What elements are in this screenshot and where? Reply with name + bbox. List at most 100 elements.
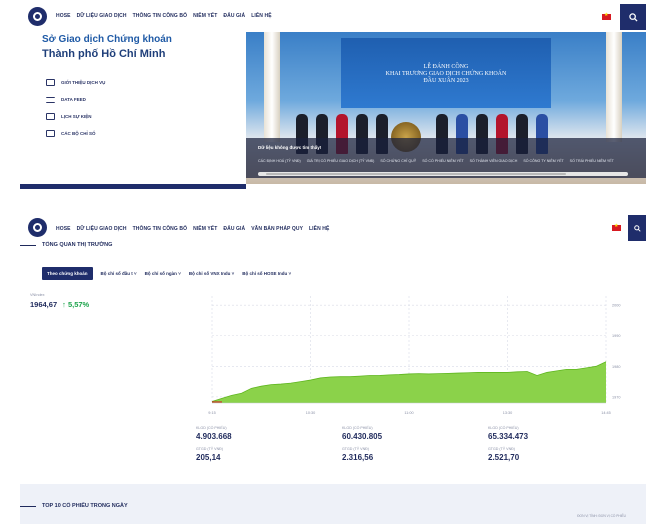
section-divider	[20, 244, 36, 246]
y-tick-label: 1990	[612, 334, 620, 338]
index-name: VNIndex	[30, 293, 45, 297]
index-value: 1964,67	[30, 300, 58, 309]
top-nav-menu-2: HOSE DỮ LIỆU GIAO DỊCH THÔNG TIN CÔNG BỐ…	[56, 226, 329, 232]
stat-item: KLGD (CỔ PHIẾU) 4.903.668	[196, 426, 232, 441]
banner-line-3: ĐẦU XUÂN 2023	[423, 78, 469, 84]
photo-banner-text: LỄ ĐÁNH CỒNG KHAI TRƯƠNG GIAO DỊCH CHỨNG…	[341, 64, 551, 85]
caption-item[interactable]: SỐ CỔ PHIẾU NIÊM YẾT	[422, 159, 463, 163]
nav-item-auction[interactable]: ĐẤU GIÁ	[223, 226, 245, 232]
menu-item-indices[interactable]: CÁC BỘ CHỈ SỐ	[46, 125, 105, 142]
homepage-hero-screenshot: HOSE DỮ LIỆU GIAO DỊCH THÔNG TIN CÔNG BỐ…	[20, 0, 646, 190]
top10-header: TOP 10 CỔ PHIẾU TRONG NGÀY	[20, 503, 128, 509]
caption-title: Dữ liệu không được tìm thấy!	[258, 145, 322, 150]
search-button[interactable]	[620, 4, 646, 30]
stat-item: GTGD (TỶ VNĐ) 2.316,56	[342, 447, 373, 462]
menu-item-label: GIỚI THIỆU DỊCH VỤ	[61, 80, 106, 85]
tab-index-set-2[interactable]: Bộ chỉ số ngàn ˅	[145, 271, 181, 276]
x-tick-label: 14:45	[601, 411, 611, 415]
hose-logo[interactable]	[28, 218, 47, 237]
hose-logo[interactable]	[28, 7, 47, 26]
stat-item: KLGD (CỔ PHIẾU) 60.430.805	[342, 426, 382, 441]
monitor-icon	[46, 79, 55, 86]
nav-item-regulations[interactable]: VĂN BẢN PHÁP QUY	[251, 226, 303, 232]
top10-title: TOP 10 CỔ PHIẾU TRONG NGÀY	[42, 503, 128, 509]
caption-scrollbar[interactable]	[258, 172, 628, 176]
vietnam-flag-icon[interactable]	[612, 223, 621, 231]
nav-item-trading-data[interactable]: DỮ LIỆU GIAO DỊCH	[77, 13, 127, 19]
nav-item-listing[interactable]: NIÊM YẾT	[193, 13, 217, 19]
chart-area	[212, 361, 606, 403]
top-navbar: HOSE DỮ LIỆU GIAO DỊCH THÔNG TIN CÔNG BỐ…	[20, 0, 646, 34]
menu-item-label: CÁC BỘ CHỈ SỐ	[61, 131, 96, 136]
nav-item-contact[interactable]: LIÊN HỆ	[251, 13, 271, 19]
banner-line-1: LỄ ĐÁNH CỒNG	[423, 64, 469, 70]
stat-label: KLGD (CỔ PHIẾU)	[196, 426, 227, 430]
search-icon	[633, 224, 641, 232]
index-intraday-chart[interactable]: 2000 1990 1980 1970 9:15 10:30 11:00 13:30 14:45	[192, 292, 632, 417]
stat-value: 2.521,70	[488, 453, 520, 462]
calendar-icon	[46, 113, 55, 120]
photo-pillar	[264, 32, 280, 142]
vietnam-flag-icon[interactable]	[602, 12, 611, 20]
top10-unit-note: ĐƠN VỊ TÍNH: ĐƠN VỊ CỔ PHIẾU	[577, 514, 626, 518]
hero-underline	[20, 184, 246, 189]
chart-svg: 2000 1990 1980 1970 9:15 10:30 11:00 13:30 14:45	[208, 296, 620, 415]
tab-label: Bộ chỉ số đầu t	[100, 271, 133, 276]
caption-item[interactable]: CÁC ĐỊNH HOÁ (TỶ VNĐ)	[258, 159, 301, 163]
y-tick-label: 1970	[612, 395, 620, 399]
hero-title-line-1: Sở Giao dịch Chứng khoán	[42, 34, 172, 45]
nav-item-hose[interactable]: HOSE	[56, 226, 71, 232]
search-button[interactable]	[628, 215, 646, 241]
list-icon	[46, 96, 55, 103]
hero-left-panel: Sở Giao dịch Chứng khoán Thành phố Hồ Ch…	[20, 34, 246, 184]
section-title: TỔNG QUAN THỊ TRƯỜNG	[42, 242, 113, 248]
y-tick-label: 2000	[612, 304, 620, 308]
market-caption-bar: Dữ liệu không được tìm thấy! CÁC ĐỊNH HO…	[246, 138, 646, 178]
tab-index-set-1[interactable]: Bộ chỉ số đầu t ˅	[101, 271, 137, 276]
top-navbar-2: HOSE DỮ LIỆU GIAO DỊCH THÔNG TIN CÔNG BỐ…	[20, 210, 646, 242]
nav-item-disclosure[interactable]: THÔNG TIN CÔNG BỐ	[133, 13, 187, 19]
photo-banner: LỄ ĐÁNH CỒNG KHAI TRƯƠNG GIAO DỊCH CHỨNG…	[341, 38, 551, 108]
tab-index-set-4[interactable]: Bộ chỉ số HOSE Indu ˅	[242, 271, 291, 276]
stat-label: GTGD (TỶ VNĐ)	[196, 447, 223, 451]
caption-item[interactable]: SỐ CÔNG TY NIÊM YẾT	[523, 159, 563, 163]
nav-item-auction[interactable]: ĐẤU GIÁ	[223, 13, 245, 19]
tab-label: Bộ chỉ số ngàn	[144, 271, 177, 276]
top-nav-menu: HOSE DỮ LIỆU GIAO DỊCH THÔNG TIN CÔNG BỐ…	[56, 13, 272, 19]
stat-item: KLGD (CỔ PHIẾU) 65.334.473	[488, 426, 528, 441]
nav-item-hose[interactable]: HOSE	[56, 13, 71, 19]
tab-by-security[interactable]: Theo chứng khoán	[42, 267, 93, 280]
nav-item-listing[interactable]: NIÊM YẾT	[193, 226, 217, 232]
search-icon	[628, 12, 638, 22]
menu-item-data-feed[interactable]: DATA FEED	[46, 91, 105, 108]
nav-item-contact[interactable]: LIÊN HỆ	[309, 226, 329, 232]
caption-item[interactable]: SỐ TRÁI PHIẾU NIÊM YẾT	[570, 159, 614, 163]
hero-event-photo: LỄ ĐÁNH CỒNG KHAI TRƯƠNG GIAO DỊCH CHỨNG…	[246, 32, 646, 184]
x-tick-label: 11:00	[404, 411, 413, 415]
nav-item-disclosure[interactable]: THÔNG TIN CÔNG BỐ	[133, 226, 187, 232]
menu-item-label: DATA FEED	[61, 97, 86, 102]
tab-label: Bộ chỉ số VNX Indu	[188, 271, 231, 276]
stat-value: 65.334.473	[488, 432, 529, 441]
stat-value: 2.316,56	[342, 453, 374, 462]
caption-item[interactable]: GIÁ TRỊ CỔ PHIẾU GIAO DỊCH (TỶ VNĐ)	[307, 159, 375, 163]
stat-value: 4.903.668	[196, 432, 232, 441]
menu-item-event-calendar[interactable]: LỊCH SỰ KIỆN	[46, 108, 105, 125]
market-overview-screenshot: HOSE DỮ LIỆU GIAO DỊCH THÔNG TIN CÔNG BỐ…	[20, 210, 646, 524]
stat-label: GTGD (TỶ VNĐ)	[342, 447, 369, 451]
x-tick-label: 9:15	[208, 411, 215, 415]
hero-title-line-2: Thành phố Hồ Chí Minh	[42, 48, 166, 60]
banner-line-2: KHAI TRƯƠNG GIAO DỊCH CHỨNG KHOÁN	[385, 71, 507, 77]
tab-index-set-3[interactable]: Bộ chỉ số VNX Indu ˅	[189, 271, 234, 276]
menu-item-services[interactable]: GIỚI THIỆU DỊCH VỤ	[46, 74, 105, 91]
nav-item-trading-data[interactable]: DỮ LIỆU GIAO DỊCH	[77, 226, 127, 232]
index-quote: 1964,67 ↑ 5,57%	[30, 300, 89, 309]
caption-item[interactable]: SỐ THÀNH VIÊN GIAO DỊCH	[470, 159, 518, 163]
y-tick-label: 1980	[612, 365, 620, 369]
stat-label: GTGD (TỶ VNĐ)	[488, 447, 515, 451]
caption-item[interactable]: SỐ CHỨNG CHỈ QUỸ	[380, 159, 416, 163]
market-overview-header: TỔNG QUAN THỊ TRƯỜNG	[20, 242, 112, 248]
stat-item: GTGD (TỶ VNĐ) 2.521,70	[488, 447, 519, 462]
index-change: ↑ 5,57%	[62, 300, 90, 309]
menu-item-label: LỊCH SỰ KIỆN	[61, 114, 92, 119]
